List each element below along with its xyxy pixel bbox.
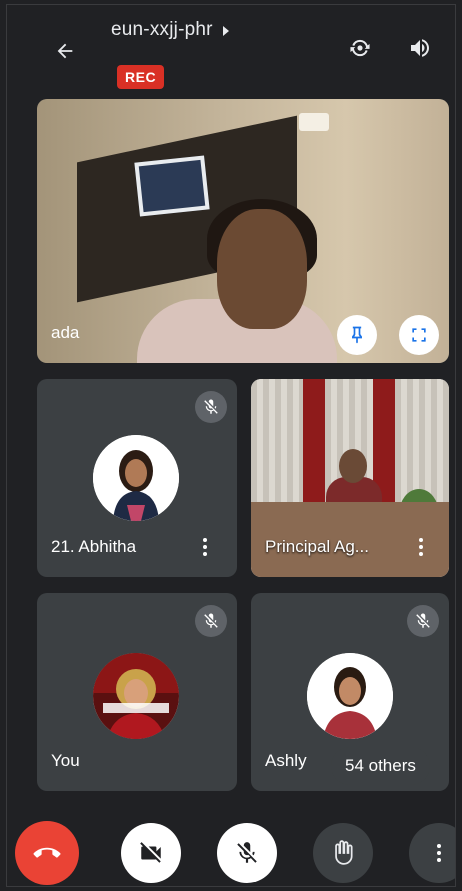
others-count-button[interactable]: 54 others [331,747,430,785]
switch-camera-icon [350,39,370,57]
arrow-left-icon [57,43,73,59]
more-options-button[interactable] [411,533,431,561]
mic-off-icon [204,613,218,628]
mic-off-icon [416,613,430,628]
switch-camera-button[interactable] [343,31,377,65]
pin-icon [352,326,362,344]
meet-call-screen: eun-xxjj-phr REC ada 21. Abhitha Princip… [6,4,456,887]
muted-indicator [195,605,227,637]
fullscreen-icon [412,328,426,342]
raise-hand-button[interactable] [313,823,373,883]
main-video-tile[interactable]: ada [37,99,449,363]
speaker-button[interactable] [403,31,437,65]
video-feed [37,99,449,363]
end-call-icon [33,847,61,858]
pin-button[interactable] [337,315,377,355]
muted-indicator [195,391,227,423]
avatar [307,653,393,739]
fullscreen-button[interactable] [399,315,439,355]
avatar [93,653,179,739]
participant-tile-you[interactable]: You [37,593,237,791]
meeting-title-row[interactable]: eun-xxjj-phr [111,19,229,41]
more-options-bar-button[interactable] [409,823,455,883]
participant-name: Ashly [265,751,307,770]
participant-name: 21. Abhitha [51,537,137,556]
mic-off-icon [237,842,257,863]
participant-tile-principal[interactable]: Principal Ag... [251,379,449,577]
caret-right-icon [222,26,229,36]
participant-name: Principal Ag... [265,537,369,556]
more-options-button[interactable] [195,533,215,561]
participant-name: ada [51,323,80,342]
participant-name: You [51,751,80,770]
meeting-code-title: eun-xxjj-phr [111,19,213,40]
raise-hand-icon [335,840,353,865]
mic-toggle-button[interactable] [217,823,277,883]
end-call-button[interactable] [15,821,79,885]
speaker-icon [411,39,429,57]
more-vert-icon [429,839,449,867]
participant-tile-abhitha[interactable]: 21. Abhitha [37,379,237,577]
back-button[interactable] [47,33,83,69]
mic-off-icon [204,399,218,414]
participant-tile-ashly[interactable]: Ashly 54 others [251,593,449,791]
avatar [93,435,179,521]
muted-indicator [407,605,439,637]
recording-badge: REC [117,65,165,89]
camera-off-icon [140,842,161,863]
camera-toggle-button[interactable] [121,823,181,883]
